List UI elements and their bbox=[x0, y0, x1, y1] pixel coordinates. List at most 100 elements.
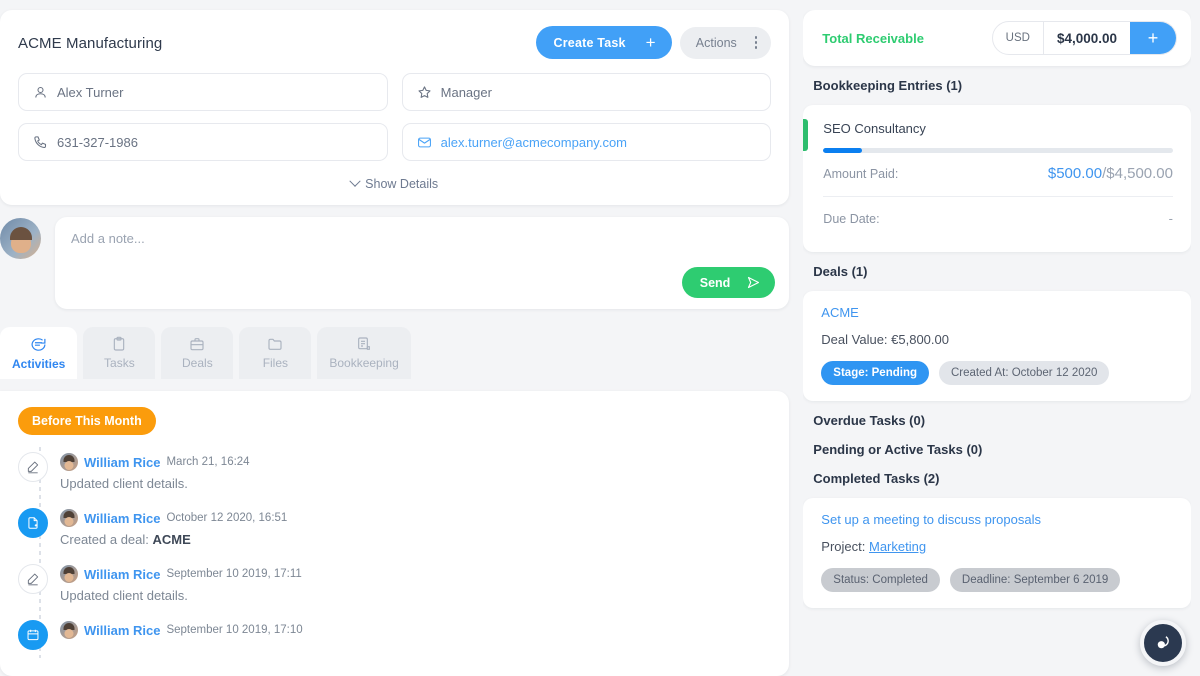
contact-phone-field[interactable]: 631-327-1986 bbox=[18, 123, 388, 161]
tab-bar: Activities Tasks Deals Files Bookkeeping bbox=[0, 327, 789, 379]
task-status-badge: Status: Completed bbox=[821, 568, 940, 592]
note-box[interactable]: Add a note... Send bbox=[55, 217, 790, 309]
activity-body: William Rice October 12 2020, 16:51 Crea… bbox=[60, 508, 287, 547]
contact-person-field[interactable]: Alex Turner bbox=[18, 73, 388, 111]
overdue-tasks-title: Overdue Tasks (0) bbox=[813, 413, 926, 428]
send-icon bbox=[748, 276, 760, 289]
task-project-link[interactable]: Marketing bbox=[869, 539, 926, 554]
tab-label: Deals bbox=[182, 356, 213, 370]
bookkeeping-entry-title: SEO Consultancy bbox=[823, 121, 926, 136]
document-add-icon bbox=[18, 508, 48, 538]
tab-activities[interactable]: Activities bbox=[0, 327, 78, 379]
actions-button[interactable]: Actions bbox=[679, 26, 772, 59]
receivable-amount-group: USD $4,000.00 + bbox=[991, 21, 1177, 55]
ledger-icon bbox=[358, 337, 370, 350]
completed-tasks-title: Completed Tasks (2) bbox=[813, 471, 940, 486]
contact-role-field[interactable]: Manager bbox=[401, 73, 772, 111]
send-note-button[interactable]: Send bbox=[681, 267, 776, 298]
avatar bbox=[60, 565, 78, 583]
bookkeeping-entry-card[interactable]: SEO Consultancy Amount Paid: $500.00/$4,… bbox=[803, 105, 1191, 252]
activity-user[interactable]: William Rice bbox=[84, 623, 160, 638]
envelope-icon bbox=[417, 137, 431, 147]
due-date-label: Due Date: bbox=[823, 211, 880, 226]
amount-total: $4,500.00 bbox=[1106, 165, 1173, 182]
show-details-toggle[interactable]: Show Details bbox=[18, 175, 771, 191]
list-item[interactable]: William Rice October 12 2020, 16:51 Crea… bbox=[18, 499, 771, 555]
contact-person-value: Alex Turner bbox=[57, 84, 124, 100]
tab-bookkeeping[interactable]: Bookkeeping bbox=[317, 327, 411, 379]
send-label: Send bbox=[699, 275, 731, 290]
activity-text-highlight: ACME bbox=[152, 532, 191, 547]
activity-header: William Rice September 10 2019, 17:10 bbox=[60, 621, 303, 639]
actions-label: Actions bbox=[695, 35, 737, 50]
tab-tasks[interactable]: Tasks bbox=[83, 327, 156, 379]
chat-icon bbox=[31, 337, 46, 351]
amount-paid-row: Amount Paid: $500.00/$4,500.00 bbox=[823, 153, 1173, 196]
avatar bbox=[0, 218, 41, 259]
plus-icon: + bbox=[645, 33, 656, 52]
task-title[interactable]: Set up a meeting to discuss proposals bbox=[821, 512, 1173, 527]
activity-text-main: Created a deal: bbox=[60, 532, 149, 547]
activity-timestamp: September 10 2019, 17:11 bbox=[166, 568, 302, 580]
receivable-amount: $4,000.00 bbox=[1042, 22, 1130, 54]
list-item[interactable]: William Rice March 21, 16:24 Updated cli… bbox=[18, 443, 771, 499]
total-receivable-card: Total Receivable USD $4,000.00 + bbox=[803, 10, 1191, 66]
header-actions: Create Task + Actions bbox=[535, 26, 772, 59]
deal-created-badge: Created At: October 12 2020 bbox=[939, 361, 1110, 385]
tab-deals[interactable]: Deals bbox=[161, 327, 234, 379]
chat-widget-button[interactable] bbox=[1140, 620, 1186, 666]
task-pills: Status: Completed Deadline: September 6 … bbox=[821, 568, 1173, 592]
avatar bbox=[60, 509, 78, 527]
kebab-menu-icon bbox=[754, 36, 758, 49]
activity-body: William Rice September 10 2019, 17:10 bbox=[60, 620, 303, 650]
create-task-button[interactable]: Create Task + bbox=[535, 26, 672, 59]
star-icon bbox=[418, 85, 431, 98]
right-sidebar: Total Receivable USD $4,000.00 + Bookkee… bbox=[803, 10, 1191, 676]
activity-user[interactable]: William Rice bbox=[84, 511, 160, 526]
avatar bbox=[60, 453, 78, 471]
deal-name[interactable]: ACME bbox=[821, 305, 1173, 320]
page-title: ACME Manufacturing bbox=[18, 35, 163, 52]
list-item[interactable]: William Rice September 10 2019, 17:11 Up… bbox=[18, 555, 771, 611]
contact-email-value: alex.turner@acmecompany.com bbox=[440, 134, 628, 150]
show-details-label: Show Details bbox=[365, 177, 439, 191]
activity-body: William Rice September 10 2019, 17:11 Up… bbox=[60, 564, 302, 603]
activity-timestamp: October 12 2020, 16:51 bbox=[166, 512, 288, 524]
activity-timeline: William Rice March 21, 16:24 Updated cli… bbox=[18, 443, 771, 658]
deal-card[interactable]: ACME Deal Value: €5,800.00 Stage: Pendin… bbox=[803, 291, 1191, 401]
activity-group-badge: Before This Month bbox=[18, 407, 156, 435]
folder-icon bbox=[268, 338, 282, 350]
amount-paid-label: Amount Paid: bbox=[823, 166, 899, 181]
tab-label: Files bbox=[262, 356, 289, 370]
contact-header: ACME Manufacturing Create Task + Actions bbox=[18, 26, 772, 59]
tab-files[interactable]: Files bbox=[239, 327, 312, 379]
deal-stage-badge: Stage: Pending bbox=[821, 361, 929, 385]
user-icon bbox=[35, 86, 46, 98]
app-root: ACME Manufacturing Create Task + Actions bbox=[0, 0, 1200, 676]
contact-role-value: Manager bbox=[440, 84, 492, 100]
avatar bbox=[60, 621, 78, 639]
deal-value: Deal Value: €5,800.00 bbox=[821, 332, 949, 347]
contact-email-field[interactable]: alex.turner@acmecompany.com bbox=[401, 123, 772, 161]
list-item[interactable]: William Rice September 10 2019, 17:10 bbox=[18, 611, 771, 658]
task-project: Project: Marketing bbox=[821, 539, 1173, 554]
activity-user[interactable]: William Rice bbox=[84, 567, 160, 582]
activity-header: William Rice March 21, 16:24 bbox=[60, 453, 250, 471]
add-receivable-button[interactable]: + bbox=[1130, 22, 1176, 54]
create-task-label: Create Task bbox=[553, 35, 626, 50]
task-project-label: Project: bbox=[821, 539, 866, 554]
completed-task-card[interactable]: Set up a meeting to discuss proposals Pr… bbox=[803, 498, 1191, 608]
activity-header: William Rice September 10 2019, 17:11 bbox=[60, 565, 302, 583]
due-date-row: Due Date: - bbox=[823, 197, 1173, 252]
activity-text: Created a deal: ACME bbox=[60, 532, 287, 547]
chevron-down-icon bbox=[349, 175, 361, 187]
clipboard-icon bbox=[114, 336, 125, 351]
tab-label: Tasks bbox=[104, 356, 135, 370]
phone-icon bbox=[34, 135, 47, 148]
briefcase-icon bbox=[190, 338, 204, 351]
activity-user[interactable]: William Rice bbox=[84, 455, 160, 470]
contact-card: ACME Manufacturing Create Task + Actions bbox=[0, 10, 790, 205]
activity-timestamp: September 10 2019, 17:10 bbox=[166, 624, 303, 636]
note-input-placeholder[interactable]: Add a note... bbox=[71, 231, 773, 246]
contact-phone-value: 631-327-1986 bbox=[57, 134, 138, 150]
